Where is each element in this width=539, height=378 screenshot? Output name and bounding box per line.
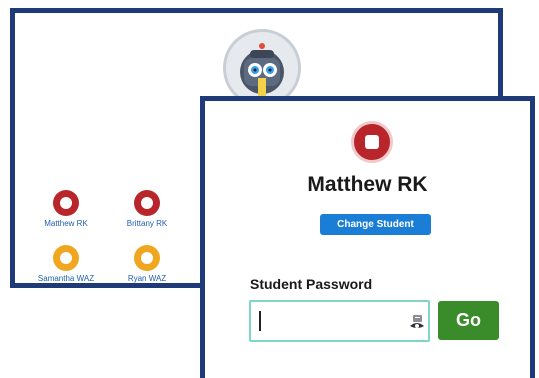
eye-icon[interactable] — [409, 314, 425, 330]
change-student-button[interactable]: Change Student — [320, 214, 431, 235]
student-tile-matthew[interactable]: Matthew RK — [31, 190, 101, 228]
stop-circle-icon — [134, 190, 160, 216]
student-tile-brittany[interactable]: Brittany RK — [112, 190, 182, 228]
student-tile-label: Samantha WAZ — [37, 274, 95, 283]
student-tile-label: Ryan WAZ — [127, 274, 167, 283]
text-cursor — [259, 311, 261, 331]
stop-square-icon — [351, 121, 393, 163]
student-login-window: Matthew RK Change Student Student Passwo… — [200, 96, 535, 378]
login-screenshot: Matthew RK Brittany RK Samantha WAZ Ryan… — [0, 0, 539, 378]
student-name: Matthew RK — [307, 173, 428, 196]
password-label: Student Password — [250, 276, 373, 292]
student-tile-label: Matthew RK — [44, 219, 88, 228]
student-tile-samantha[interactable]: Samantha WAZ — [31, 245, 101, 283]
circle-icon — [53, 245, 79, 271]
student-tile-label: Brittany RK — [126, 219, 168, 228]
circle-icon — [134, 245, 160, 271]
stop-circle-icon — [53, 190, 79, 216]
student-tile-ryan[interactable]: Ryan WAZ — [112, 245, 182, 283]
password-input[interactable] — [249, 300, 430, 342]
go-button[interactable]: Go — [438, 301, 499, 340]
